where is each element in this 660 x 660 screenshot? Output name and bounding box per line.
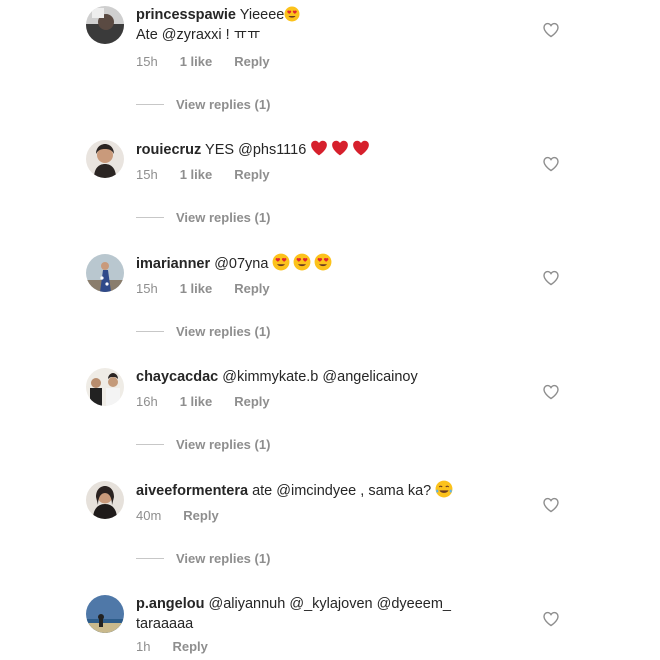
comment-username[interactable]: rouiecruz (136, 142, 201, 158)
reply-button[interactable]: Reply (234, 394, 269, 409)
comment-text: ! ㅠㅠ (221, 27, 261, 43)
view-replies-label: View replies (1) (176, 551, 271, 566)
avatar[interactable] (86, 254, 124, 292)
comment-meta: 15h 1 like Reply (136, 54, 292, 69)
reply-button[interactable]: Reply (234, 54, 269, 69)
view-replies-button[interactable]: View replies (1) (136, 210, 270, 225)
avatar[interactable] (86, 595, 124, 633)
avatar[interactable] (86, 481, 124, 519)
comment-body: chaycacdac @kimmykate.b @angelicainoy (136, 367, 516, 387)
reply-button[interactable]: Reply (234, 281, 269, 296)
view-replies-label: View replies (1) (176, 97, 271, 112)
likes-count-link[interactable]: 1 like (180, 281, 213, 296)
comment-timestamp: 15h (136, 167, 158, 182)
red-heart-emoji-icon (331, 139, 349, 157)
mention-link[interactable]: @phs1116 (238, 142, 306, 158)
comment-timestamp: 1h (136, 639, 151, 654)
comment-text: , sama ka? (356, 483, 432, 499)
view-replies-label: View replies (1) (176, 437, 271, 452)
comment-text: YES (205, 142, 239, 158)
likes-count-link[interactable]: 1 like (180, 394, 213, 409)
comment-timestamp: 40m (136, 508, 162, 523)
comment-timestamp: 15h (136, 54, 158, 69)
view-replies-label: View replies (1) (176, 210, 271, 225)
view-replies-button[interactable]: View replies (1) (136, 324, 270, 339)
comment-username[interactable]: princesspawie (136, 7, 236, 23)
heart-eyes-emoji-icon (284, 6, 300, 22)
comment-body: rouiecruz YES @phs1116 (136, 139, 516, 160)
comment-username[interactable]: chaycacdac (136, 369, 218, 385)
view-replies-button[interactable]: View replies (1) (136, 97, 270, 112)
comment-meta: 15h 1 like Reply (136, 167, 292, 182)
comment-meta: 1h Reply (136, 639, 230, 654)
like-heart-icon[interactable] (542, 610, 560, 628)
likes-count-link[interactable]: 1 like (180, 167, 213, 182)
mention-link[interactable]: @zyraxxi (162, 27, 222, 43)
view-replies-button[interactable]: View replies (1) (136, 551, 270, 566)
mention-link[interactable]: @kimmykate.b (222, 369, 318, 385)
mention-link[interactable]: @dyeeem_ (377, 596, 451, 612)
comment-meta: 16h 1 like Reply (136, 394, 292, 409)
red-heart-emoji-icon (352, 139, 370, 157)
comment-text: ate (252, 483, 277, 499)
reply-button[interactable]: Reply (172, 639, 207, 654)
likes-count-link[interactable]: 1 like (180, 54, 213, 69)
mention-link[interactable]: @aliyannuh (209, 596, 286, 612)
like-heart-icon[interactable] (542, 21, 560, 39)
like-heart-icon[interactable] (542, 383, 560, 401)
like-heart-icon[interactable] (542, 496, 560, 514)
avatar[interactable] (86, 368, 124, 406)
like-heart-icon[interactable] (542, 155, 560, 173)
comment-body: imarianner @07yna (136, 253, 516, 274)
comment-username[interactable]: p.angelou (136, 596, 204, 612)
replies-divider (136, 217, 164, 218)
comment-meta: 15h 1 like Reply (136, 281, 292, 296)
view-replies-label: View replies (1) (176, 324, 271, 339)
tears-of-joy-emoji-icon (435, 480, 453, 498)
mention-link[interactable]: @07yna (214, 256, 268, 272)
avatar[interactable] (86, 6, 124, 44)
comment-meta: 40m Reply (136, 508, 241, 523)
reply-button[interactable]: Reply (183, 508, 218, 523)
mention-link[interactable]: @imcindyee (276, 483, 356, 499)
heart-eyes-emoji-icon (272, 253, 290, 271)
replies-divider (136, 558, 164, 559)
heart-eyes-emoji-icon (314, 253, 332, 271)
replies-divider (136, 444, 164, 445)
comment-text: taraaaaa (136, 616, 194, 632)
comment-body: p.angelou @aliyannuh @_kylajoven @dyeeem… (136, 594, 516, 634)
comment-timestamp: 16h (136, 394, 158, 409)
mention-link[interactable]: @angelicainoy (322, 369, 417, 385)
replies-divider (136, 104, 164, 105)
mention-link[interactable]: @_kylajoven (289, 596, 372, 612)
comment-username[interactable]: imarianner (136, 256, 210, 272)
comment-timestamp: 15h (136, 281, 158, 296)
avatar[interactable] (86, 140, 124, 178)
view-replies-button[interactable]: View replies (1) (136, 437, 270, 452)
comment-text: Ate (136, 27, 162, 43)
red-heart-emoji-icon (310, 139, 328, 157)
comment-text: Yieeee (239, 7, 285, 23)
like-heart-icon[interactable] (542, 269, 560, 287)
comment-body: aiveeformentera ate @imcindyee , sama ka… (136, 480, 516, 501)
comment-username[interactable]: aiveeformentera (136, 483, 248, 499)
comment-body: princesspawie Yieeee Ate @zyraxxi ! ㅠㅠ (136, 5, 516, 45)
heart-eyes-emoji-icon (293, 253, 311, 271)
reply-button[interactable]: Reply (234, 167, 269, 182)
replies-divider (136, 331, 164, 332)
